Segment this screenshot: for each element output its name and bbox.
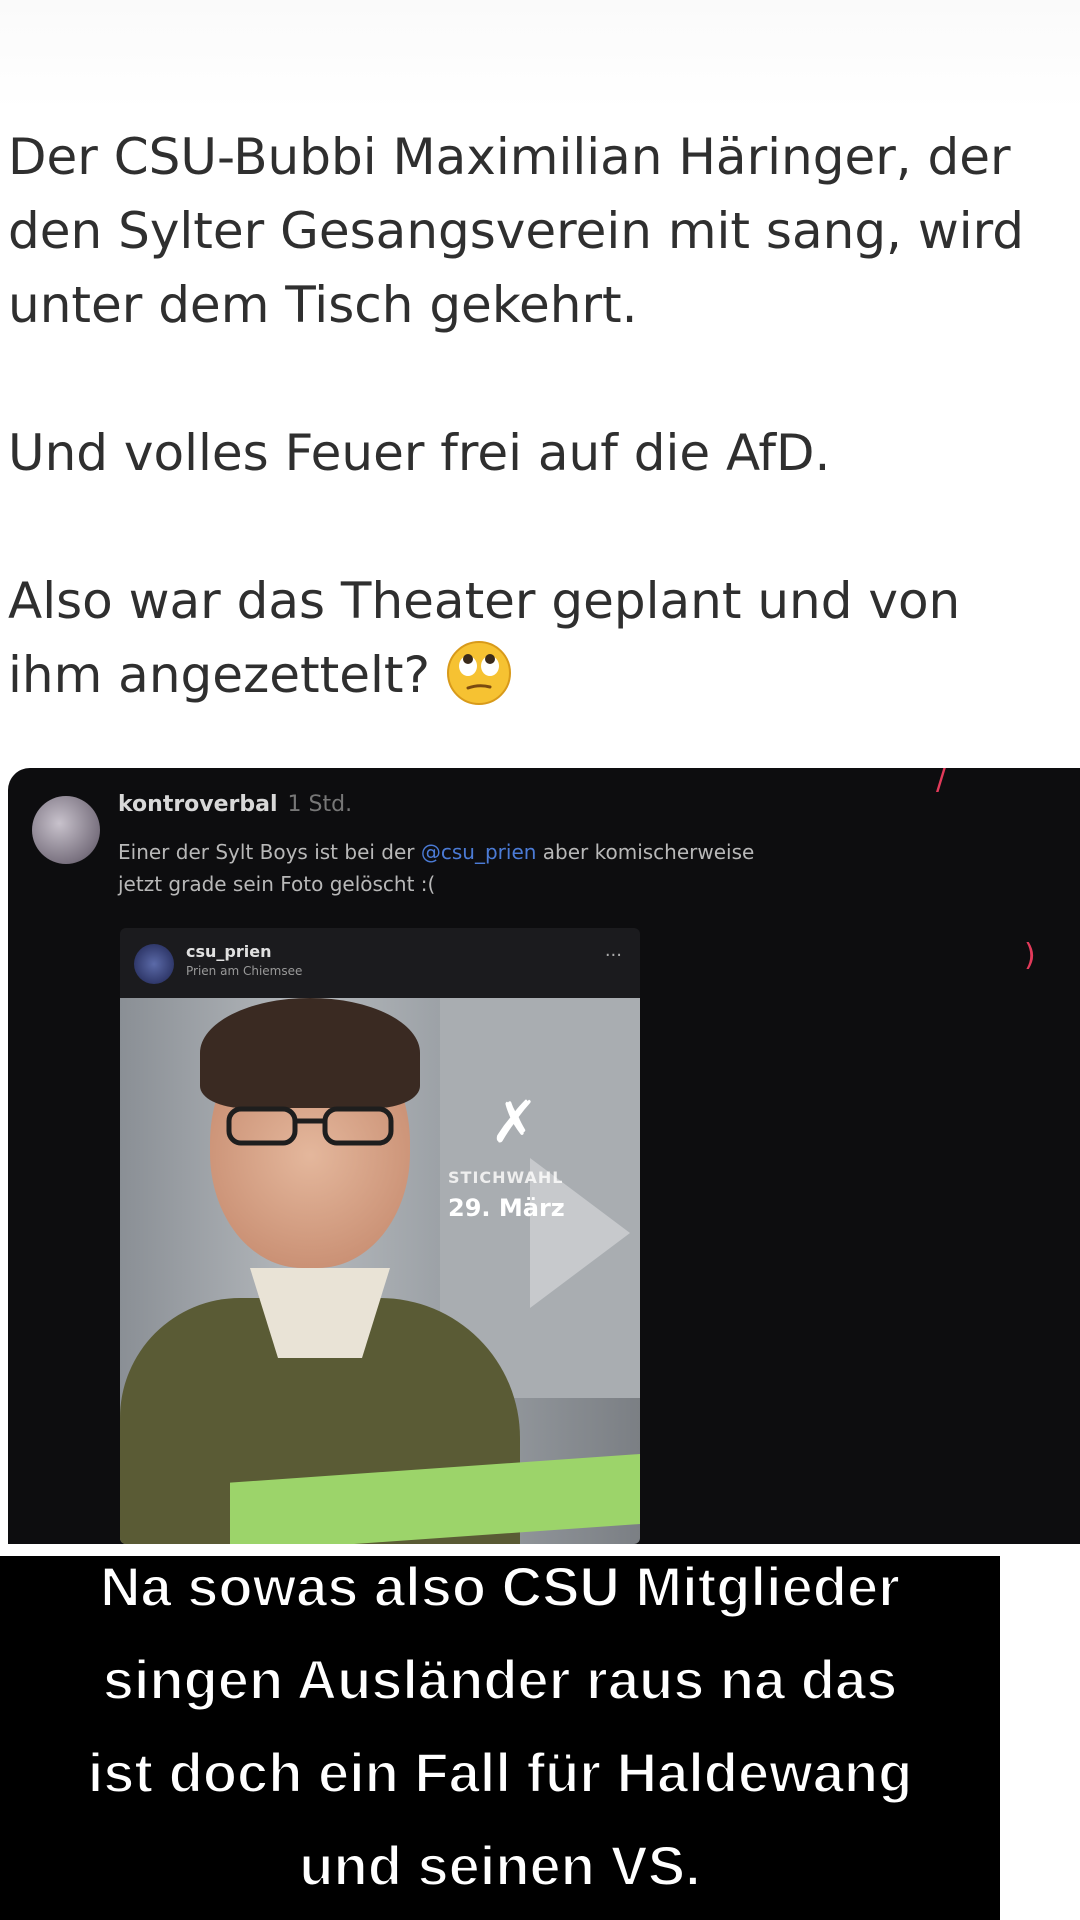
post-time: 1 Std. (287, 792, 353, 817)
play-icon (530, 1158, 630, 1308)
inner-avatar (134, 944, 174, 984)
post-text-line-1: Einer der Sylt Boys ist bei der @csu_pri… (118, 840, 754, 864)
tweet-line: Also war das Theater geplant und von (8, 572, 961, 630)
caption-line: singen Ausländer raus na das (102, 1647, 899, 1712)
caption-line: und seinen VS. (298, 1833, 701, 1898)
post-header: kontroverbal 1 Std. (118, 792, 352, 817)
caption: Na sowas also CSU Mitglieder singen Ausl… (0, 1540, 1000, 1912)
mention-link: @csu_prien (420, 840, 537, 864)
more-options-icon: ... (604, 940, 622, 961)
caption-line: Na sowas also CSU Mitglieder (99, 1554, 901, 1619)
inner-location: Prien am Chiemsee (186, 964, 303, 978)
avatar (32, 796, 100, 864)
tweet-body: Der CSU-Bubbi Maximilian Häringer, der d… (8, 120, 1068, 712)
post-text: Einer der Sylt Boys ist bei der (118, 840, 421, 864)
tweet-line: Der CSU-Bubbi Maximilian Häringer, der (8, 128, 1011, 186)
rolling-eyes-emoji-icon (446, 640, 512, 706)
top-fade (0, 0, 1080, 110)
tweet-line: den Sylter Gesangsverein mit sang, wird (8, 202, 1025, 260)
tweet-line: Und volles Feuer frei auf die AfD. (8, 424, 831, 482)
post-photo: ✗ STICHWAHL 29. März (120, 998, 640, 1544)
post-text: aber komischerweise (536, 840, 755, 864)
username: kontroverbal (118, 792, 278, 817)
tweet-line-last: ihm angezettelt? (8, 638, 1068, 712)
glasses-icon (226, 1106, 394, 1146)
tweet-line: unter dem Tisch gekehrt. (8, 276, 638, 334)
decoration-mark: / (936, 768, 947, 797)
inner-account-name: csu_prien (186, 942, 272, 961)
post-text-line-2: jetzt grade sein Foto gelöscht :( (118, 872, 436, 896)
inner-post: csu_prien Prien am Chiemsee ... ✗ STICHW… (120, 928, 640, 1544)
decoration-mark: ) (1024, 938, 1036, 973)
embedded-screenshot: kontroverbal 1 Std. Einer der Sylt Boys i… (8, 768, 1080, 1544)
caption-line: ist doch ein Fall für Haldewang (87, 1740, 914, 1805)
tweet-line: ihm angezettelt? (8, 646, 431, 704)
ballot-x-icon: ✗ (490, 1088, 539, 1156)
